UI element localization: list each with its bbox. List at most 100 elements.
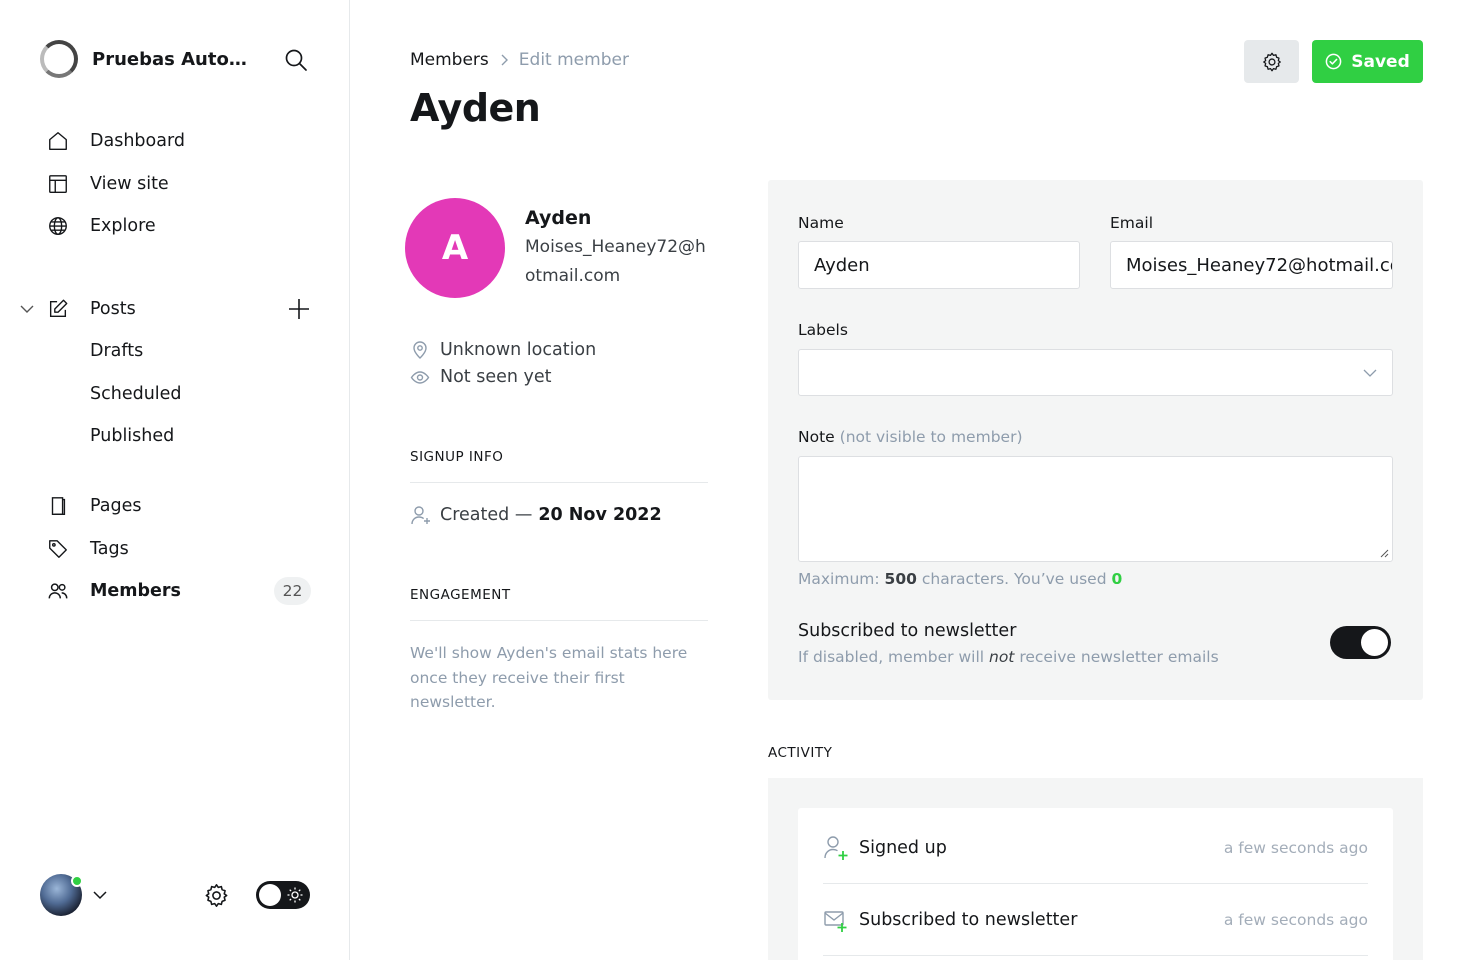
signup-info-heading: SIGNUP INFO — [410, 449, 504, 465]
nav-dashboard[interactable]: Dashboard — [46, 126, 185, 156]
site-logo-icon — [40, 40, 78, 78]
created-label: Created — — [440, 505, 533, 525]
nav-pages-label: Pages — [90, 496, 142, 516]
nav-scheduled-label: Scheduled — [90, 384, 182, 404]
newsletter-toggle[interactable] — [1330, 626, 1391, 659]
max-mid: characters. You’ve used — [921, 570, 1107, 588]
nav-drafts[interactable]: Drafts — [90, 336, 143, 366]
globe-icon — [46, 214, 70, 238]
labels-label: Labels — [798, 321, 848, 339]
check-circle-icon — [1325, 53, 1342, 70]
eye-icon — [410, 367, 430, 387]
note-char-count: Maximum: 500 characters. You’ve used 0 — [798, 570, 1122, 588]
nav-scheduled[interactable]: Scheduled — [90, 379, 182, 409]
toggle-knob — [259, 884, 281, 906]
nav-pages[interactable]: Pages — [46, 491, 141, 521]
settings-gear-icon[interactable] — [203, 882, 230, 909]
max-prefix: Maximum: — [798, 570, 880, 588]
activity-item: Signed up a few seconds ago — [823, 812, 1368, 884]
search-icon[interactable] — [284, 48, 308, 72]
chevron-down-icon[interactable] — [18, 300, 36, 318]
member-location: Unknown location — [410, 340, 596, 360]
note-textarea[interactable] — [798, 456, 1393, 562]
saved-button-label: Saved — [1351, 51, 1410, 72]
page-icon — [46, 494, 70, 518]
online-status-dot — [71, 875, 83, 887]
toggle-knob — [1361, 629, 1388, 656]
location-pin-icon — [410, 340, 430, 360]
created-info: Created — 20 Nov 2022 — [410, 504, 662, 526]
chevron-down-icon — [1363, 369, 1377, 377]
sidebar: Pruebas Automa... Dashboard View site Ex… — [0, 0, 350, 960]
activity-label: Signed up — [859, 837, 947, 858]
subscribed-title: Subscribed to newsletter — [798, 621, 1017, 641]
engagement-text: We'll show Ayden's email stats here once… — [410, 644, 688, 711]
engagement-heading: ENGAGEMENT — [410, 587, 511, 603]
nav-published[interactable]: Published — [90, 421, 174, 451]
divider — [410, 482, 708, 483]
member-name: Ayden — [525, 207, 592, 229]
name-input[interactable]: Ayden — [798, 241, 1080, 289]
nav-explore[interactable]: Explore — [46, 211, 156, 241]
divider — [410, 620, 708, 621]
gear-icon — [1262, 52, 1281, 71]
member-location-text: Unknown location — [440, 340, 597, 360]
members-icon — [46, 579, 70, 603]
subscribed-description: If disabled, member will not receive new… — [798, 648, 1219, 666]
note-label: Note (not visible to member) — [798, 428, 1023, 446]
member-settings-button[interactable] — [1244, 40, 1299, 83]
email-input[interactable]: Moises_Heaney72@hotmail.com — [1110, 241, 1393, 289]
tag-icon — [46, 537, 70, 561]
subscribed-desc-em: not — [989, 648, 1015, 666]
nav-members-label: Members — [90, 581, 181, 601]
page-title: Ayden — [410, 86, 541, 130]
user-add-icon — [410, 504, 432, 526]
breadcrumb-current: Edit member — [518, 50, 629, 70]
layout-icon — [46, 172, 70, 196]
subscribed-desc-pre: If disabled, member will — [798, 648, 985, 666]
created-date: 20 Nov 2022 — [538, 505, 662, 525]
edit-icon — [46, 297, 70, 321]
nav-view-site[interactable]: View site — [46, 169, 169, 199]
name-label: Name — [798, 214, 844, 232]
chevron-down-icon[interactable] — [91, 886, 109, 904]
member-last-seen-text: Not seen yet — [440, 367, 552, 387]
nav-posts[interactable]: Posts — [46, 294, 136, 324]
nav-members[interactable]: Members — [46, 576, 181, 606]
max-chars: 500 — [884, 570, 917, 588]
email-label: Email — [1110, 214, 1154, 232]
activity-item: Subscribed to newsletter a few seconds a… — [823, 884, 1368, 956]
member-avatar: A — [405, 198, 505, 298]
labels-select[interactable] — [798, 349, 1393, 396]
nav-tags[interactable]: Tags — [46, 534, 129, 564]
dark-mode-toggle[interactable] — [256, 881, 310, 909]
email-subscribed-icon — [823, 906, 849, 934]
nav-dashboard-label: Dashboard — [90, 131, 185, 151]
nav-explore-label: Explore — [90, 216, 156, 236]
breadcrumb: Members Edit member — [410, 50, 629, 70]
chevron-right-icon — [501, 54, 508, 66]
member-last-seen: Not seen yet — [410, 367, 552, 387]
nav-published-label: Published — [90, 426, 175, 446]
new-post-plus-icon[interactable] — [286, 296, 312, 322]
subscribed-desc-post: receive newsletter emails — [1019, 648, 1219, 666]
nav-tags-label: Tags — [90, 539, 129, 559]
activity-label: Subscribed to newsletter — [859, 909, 1078, 930]
used-chars: 0 — [1111, 570, 1123, 588]
breadcrumb-members-link[interactable]: Members — [410, 50, 489, 70]
member-email: Moises_Heaney72@hotmail.com — [525, 237, 706, 286]
home-icon — [46, 129, 70, 153]
activity-time: a few seconds ago — [1223, 838, 1368, 857]
site-brand[interactable]: Pruebas Automa... — [40, 40, 262, 78]
activity-time: a few seconds ago — [1223, 910, 1368, 929]
resize-grip-icon[interactable] — [1379, 548, 1389, 558]
user-signup-icon — [823, 834, 849, 862]
members-count-badge: 22 — [274, 577, 311, 605]
saved-button[interactable]: Saved — [1312, 40, 1423, 83]
nav-view-site-label: View site — [90, 174, 169, 194]
nav-posts-label: Posts — [90, 299, 136, 319]
site-name: Pruebas Automa... — [92, 48, 262, 70]
nav-drafts-label: Drafts — [90, 341, 144, 361]
activity-heading: ACTIVITY — [768, 745, 833, 761]
note-label-text: Note — [798, 428, 835, 446]
